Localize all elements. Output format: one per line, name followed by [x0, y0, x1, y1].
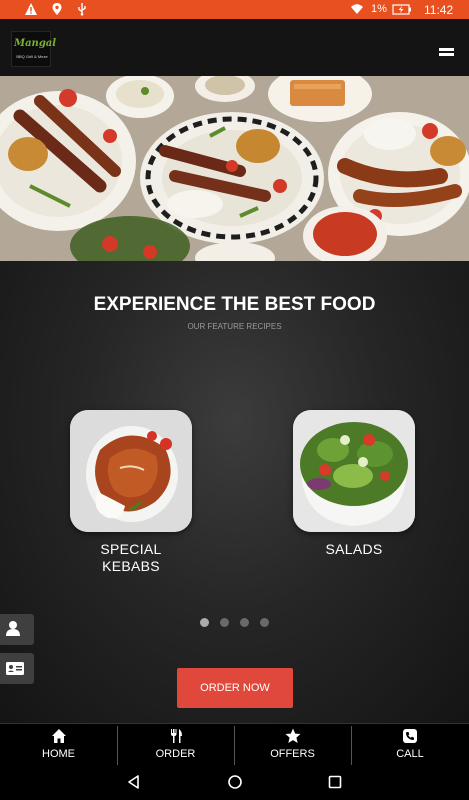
nav-order-label: ORDER	[155, 748, 196, 760]
star-icon	[285, 728, 300, 743]
recents-icon[interactable]	[327, 774, 343, 790]
featured-section: EXPERIENCE THE BEST FOOD OUR FEATURE REC…	[0, 261, 469, 723]
recipe-label-kebabs[interactable]: SPECIAL KEBABS	[70, 541, 192, 575]
recipe-card-salads[interactable]	[293, 410, 415, 532]
usb-icon	[78, 3, 86, 16]
contact-card-icon	[6, 662, 24, 675]
nav-home[interactable]: HOME	[0, 724, 117, 767]
home-icon	[51, 729, 66, 743]
user-profile-button[interactable]	[0, 614, 34, 645]
logo-script: Mangal	[14, 38, 57, 49]
hamburger-menu-icon[interactable]	[437, 45, 457, 57]
carousel-indicator	[198, 618, 273, 628]
fork-knife-icon	[170, 729, 182, 743]
bottom-nav: HOME ORDER OFFERS CALL	[0, 723, 469, 766]
recipe-label-salads[interactable]: SALADS	[293, 541, 415, 558]
carousel-dot-3[interactable]	[240, 618, 249, 627]
logo-tagline: BBQ Grill & Meze	[16, 54, 48, 59]
nav-order[interactable]: ORDER	[117, 724, 234, 767]
order-now-button[interactable]: ORDER NOW	[177, 668, 293, 708]
contact-button[interactable]	[0, 653, 34, 684]
status-bar: 1% 11:42	[0, 0, 469, 19]
battery-percent: 1%	[371, 3, 387, 15]
brand-logo[interactable]: Mangal BBQ Grill & Meze	[11, 31, 57, 67]
app-header: Mangal BBQ Grill & Meze	[0, 19, 469, 76]
nav-call[interactable]: CALL	[351, 724, 469, 767]
system-navigation-bar	[0, 766, 469, 800]
section-title: EXPERIENCE THE BEST FOOD	[93, 294, 376, 315]
carousel-dot-2[interactable]	[220, 618, 229, 627]
location-pin-icon	[52, 3, 62, 15]
nav-call-label: CALL	[396, 748, 424, 760]
user-icon	[6, 621, 20, 636]
carousel-dot-1[interactable]	[200, 618, 209, 627]
wifi-icon	[351, 4, 363, 14]
back-icon[interactable]	[126, 774, 142, 790]
nav-home-label: HOME	[42, 748, 75, 760]
phone-icon	[403, 729, 417, 743]
recipe-card-kebabs[interactable]	[70, 410, 192, 532]
section-subtitle: OUR FEATURE RECIPES	[187, 322, 282, 331]
hero-food-image	[0, 76, 469, 261]
nav-offers[interactable]: OFFERS	[234, 724, 351, 767]
warning-icon	[25, 3, 37, 15]
nav-offers-label: OFFERS	[270, 748, 315, 760]
home-circle-icon[interactable]	[227, 774, 243, 790]
battery-charging-icon	[392, 4, 411, 15]
carousel-dot-4[interactable]	[260, 618, 269, 627]
clock: 11:42	[424, 3, 454, 17]
